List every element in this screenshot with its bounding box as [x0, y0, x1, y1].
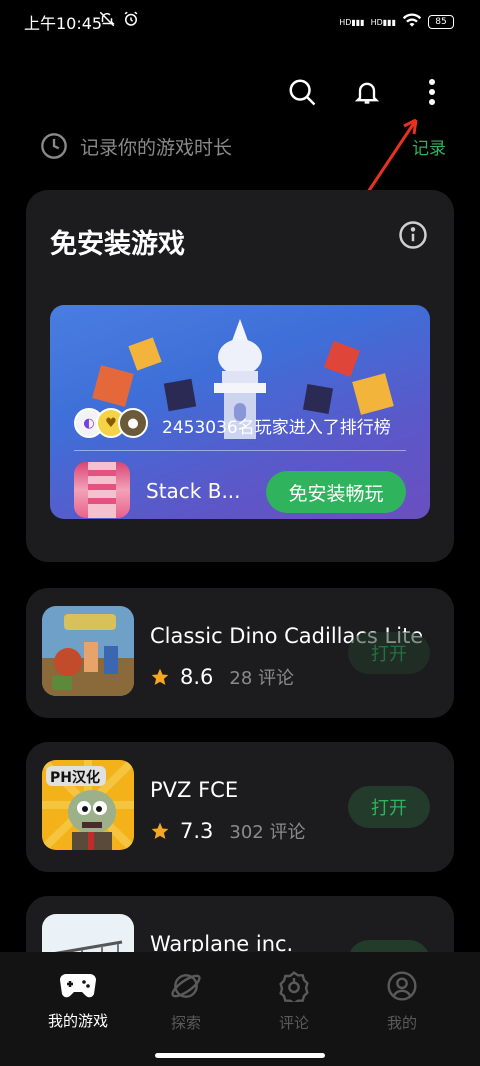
review-count: 28 评论 [229, 668, 295, 689]
nav-label: 评论 [278, 1014, 309, 1032]
nav-label: 我的 [386, 1014, 417, 1032]
stack-game-thumbnail [74, 462, 130, 518]
featured-game-name: Stack B... [146, 479, 241, 503]
nav-item-explore[interactable]: 探索 [146, 970, 226, 1033]
bell-icon [354, 82, 380, 104]
signal-2: HD▮▮▮ [370, 17, 396, 27]
wifi-icon [402, 12, 422, 32]
search-button[interactable] [282, 72, 322, 112]
game-icon-pvz: PH汉化 [42, 760, 134, 850]
play-time-record-row[interactable]: 记录你的游戏时长 记录 [40, 128, 446, 164]
mute-icon [98, 10, 116, 32]
badge-icon [279, 971, 309, 1005]
open-button[interactable]: 打开 [348, 786, 430, 828]
record-text: 记录你的游戏时长 [80, 136, 233, 159]
planet-icon [171, 974, 201, 998]
status-bar: 上午10:45 HD▮▮▮ HD▮▮▮ 85 [0, 0, 480, 44]
nav-item-reviews[interactable]: 评论 [254, 970, 334, 1033]
cube-decoration [352, 373, 394, 415]
player-avatars: ◐ ♥ ● [74, 408, 148, 438]
players-count-text: 2453036名玩家进入了排行榜 [162, 418, 391, 438]
game-card[interactable]: Classic Dino Cadillacs Lite 8.6 28 评论 打开 [26, 588, 454, 718]
cube-decoration [302, 383, 334, 415]
rating-value: 8.6 [180, 665, 214, 689]
home-indicator[interactable] [155, 1053, 325, 1058]
game-name: PVZ FCE [150, 778, 239, 802]
game-card[interactable]: PH汉化 PVZ FCE 7.3 302 评论 打开 [26, 742, 454, 872]
featured-game-banner[interactable]: ◐ ♥ ● 2453036名玩家进入了排行榜 Stack B... 免安装畅玩 [50, 305, 430, 519]
cube-decoration [92, 365, 134, 407]
more-options-button[interactable] [412, 72, 452, 112]
review-count: 302 评论 [229, 822, 306, 843]
notifications-button[interactable] [347, 72, 387, 112]
rating-value: 7.3 [180, 819, 214, 843]
cube-decoration [163, 378, 197, 412]
open-button[interactable]: 打开 [348, 632, 430, 674]
bottom-navigation: 我的游戏 探索 评论 我的 [0, 952, 480, 1066]
star-icon [151, 822, 169, 839]
star-icon [151, 668, 169, 685]
nav-label: 探索 [170, 1014, 201, 1032]
status-time: 上午10:45 [24, 14, 103, 33]
alarm-icon [122, 10, 140, 32]
rating-row: 8.6 28 评论 [150, 664, 294, 690]
svg-text:PH汉化: PH汉化 [50, 769, 100, 786]
more-vertical-icon [429, 79, 435, 105]
game-icon-dino [42, 606, 134, 696]
record-link[interactable]: 记录 [412, 134, 446, 159]
card-title: 免安装游戏 [50, 229, 185, 260]
signal-1: HD▮▮▮ [339, 17, 365, 27]
status-indicators: HD▮▮▮ HD▮▮▮ 85 [339, 12, 454, 32]
clock-icon [41, 133, 67, 159]
instant-play-button[interactable]: 免安装畅玩 [266, 471, 406, 513]
nav-label: 我的游戏 [47, 1012, 108, 1030]
info-button[interactable] [398, 220, 428, 254]
rating-row: 7.3 302 评论 [150, 818, 305, 844]
nav-item-my-games[interactable]: 我的游戏 [38, 970, 118, 1031]
divider [74, 450, 406, 451]
avatar: ● [118, 408, 148, 438]
instant-games-card: 免安装游戏 ◐ ♥ ● 2453036名玩家进入了排行榜 Stack B... … [26, 190, 454, 562]
battery-indicator: 85 [428, 15, 454, 29]
search-icon [289, 79, 316, 106]
user-icon [387, 971, 417, 1001]
gamepad-icon [60, 974, 96, 998]
info-icon [399, 221, 427, 249]
nav-item-profile[interactable]: 我的 [362, 970, 442, 1033]
